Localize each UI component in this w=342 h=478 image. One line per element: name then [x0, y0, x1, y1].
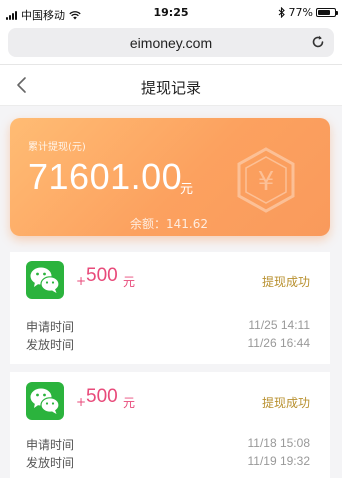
issue-time-label: 发放时间: [26, 456, 75, 470]
withdrawal-amount: 500: [86, 386, 118, 407]
battery-icon: [316, 8, 338, 17]
issue-time-value: 11/26 16:44: [247, 336, 310, 350]
balance-text: 余额：141.62: [130, 217, 208, 231]
bluetooth-icon: [278, 7, 285, 18]
yuan-hexagon-icon: ¥: [237, 147, 295, 213]
issue-time-value: 11/19 19:32: [247, 454, 310, 468]
withdrawal-amount: 500: [86, 265, 118, 286]
amount-sign: +: [76, 274, 87, 288]
withdrawal-status: 提现成功: [261, 275, 310, 289]
withdrawal-record[interactable]: + 500 元 提现成功 申请时间 11/25 14:11 发放时间 11/26…: [10, 252, 330, 364]
withdrawal-unit: 元: [123, 275, 136, 289]
browser-url-bar: eimoney.com: [0, 26, 342, 64]
reload-icon[interactable]: [310, 34, 326, 50]
apply-time-value: 11/18 15:08: [247, 436, 310, 450]
yuan-symbol: ¥: [258, 167, 275, 197]
total-withdrawn-label: 累计提现(元): [28, 142, 86, 153]
status-right: 77%: [278, 6, 338, 19]
nav-bar: 提现记录: [0, 64, 342, 106]
withdrawal-unit: 元: [123, 396, 136, 410]
apply-time-value: 11/25 14:11: [248, 318, 310, 332]
wechat-icon: [26, 261, 64, 299]
total-withdrawn-unit: 元: [180, 182, 194, 197]
url-text: eimoney.com: [129, 35, 213, 51]
total-withdrawn-amount: 71601.00: [28, 156, 183, 197]
status-bar: 中国移动 19:25 77%: [0, 0, 342, 26]
address-field[interactable]: eimoney.com: [8, 28, 334, 57]
wechat-icon: [26, 382, 64, 420]
page-title: 提现记录: [140, 79, 201, 97]
battery-percent: 77%: [288, 6, 313, 19]
withdrawal-status: 提现成功: [261, 396, 310, 410]
withdrawal-record[interactable]: + 500 元 提现成功 申请时间 11/18 15:08 发放时间 11/19…: [10, 372, 330, 478]
withdrawal-summary-card: 累计提现(元) 71601.00 元 余额：141.62 ¥: [10, 118, 330, 236]
battery-fill: [318, 10, 331, 15]
issue-time-label: 发放时间: [26, 338, 75, 352]
amount-sign: +: [76, 395, 87, 409]
apply-time-label: 申请时间: [26, 320, 75, 334]
apply-time-label: 申请时间: [26, 438, 75, 452]
